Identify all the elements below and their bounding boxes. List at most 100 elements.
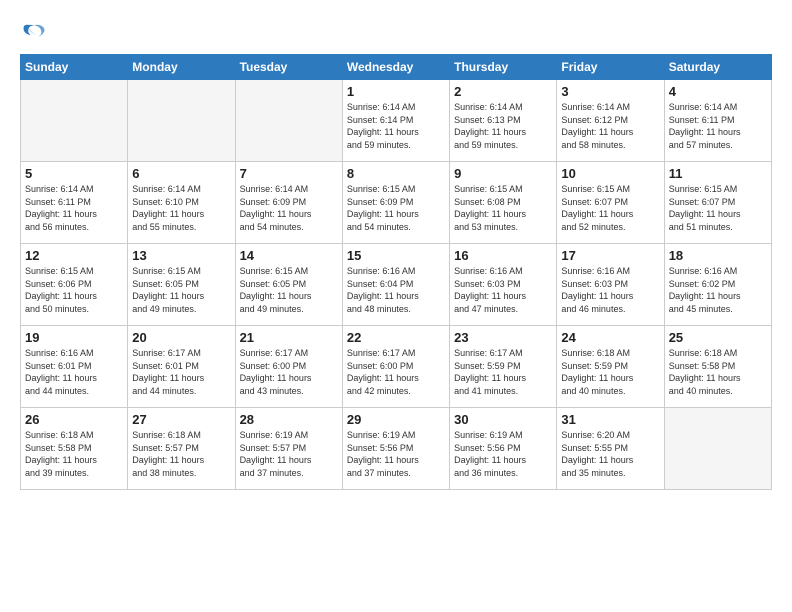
day-number: 8 xyxy=(347,166,445,181)
day-number: 10 xyxy=(561,166,659,181)
day-number: 4 xyxy=(669,84,767,99)
calendar-cell: 31 Sunrise: 6:20 AM Sunset: 5:55 PM Dayli… xyxy=(557,408,664,490)
day-info: Sunrise: 6:14 AM Sunset: 6:12 PM Dayligh… xyxy=(561,101,659,151)
logo-icon xyxy=(20,16,48,44)
calendar-cell xyxy=(235,80,342,162)
day-info: Sunrise: 6:16 AM Sunset: 6:03 PM Dayligh… xyxy=(561,265,659,315)
day-number: 3 xyxy=(561,84,659,99)
day-info: Sunrise: 6:19 AM Sunset: 5:57 PM Dayligh… xyxy=(240,429,338,479)
day-info: Sunrise: 6:14 AM Sunset: 6:09 PM Dayligh… xyxy=(240,183,338,233)
day-number: 24 xyxy=(561,330,659,345)
day-number: 12 xyxy=(25,248,123,263)
day-info: Sunrise: 6:14 AM Sunset: 6:14 PM Dayligh… xyxy=(347,101,445,151)
day-number: 14 xyxy=(240,248,338,263)
calendar-cell: 9Sunrise: 6:15 AM Sunset: 6:08 PM Daylig… xyxy=(450,162,557,244)
calendar-cell: 1 Sunrise: 6:14 AM Sunset: 6:14 PM Daylig… xyxy=(342,80,449,162)
day-info: Sunrise: 6:14 AM Sunset: 6:11 PM Dayligh… xyxy=(25,183,123,233)
calendar-cell: 20 Sunrise: 6:17 AM Sunset: 6:01 PM Dayli… xyxy=(128,326,235,408)
calendar-cell: 18 Sunrise: 6:16 AM Sunset: 6:02 PM Dayli… xyxy=(664,244,771,326)
day-number: 21 xyxy=(240,330,338,345)
calendar-cell xyxy=(128,80,235,162)
day-info: Sunrise: 6:20 AM Sunset: 5:55 PM Dayligh… xyxy=(561,429,659,479)
calendar-cell: 5 Sunrise: 6:14 AM Sunset: 6:11 PM Daylig… xyxy=(21,162,128,244)
day-info: Sunrise: 6:15 AM Sunset: 6:07 PM Dayligh… xyxy=(669,183,767,233)
calendar-header-saturday: Saturday xyxy=(664,55,771,80)
day-info: Sunrise: 6:14 AM Sunset: 6:11 PM Dayligh… xyxy=(669,101,767,151)
day-info: Sunrise: 6:14 AM Sunset: 6:10 PM Dayligh… xyxy=(132,183,230,233)
calendar-cell: 17 Sunrise: 6:16 AM Sunset: 6:03 PM Dayli… xyxy=(557,244,664,326)
day-info: Sunrise: 6:17 AM Sunset: 6:01 PM Dayligh… xyxy=(132,347,230,397)
day-number: 27 xyxy=(132,412,230,427)
calendar-cell: 21 Sunrise: 6:17 AM Sunset: 6:00 PM Dayli… xyxy=(235,326,342,408)
calendar-cell: 16 Sunrise: 6:16 AM Sunset: 6:03 PM Dayli… xyxy=(450,244,557,326)
day-number: 25 xyxy=(669,330,767,345)
day-number: 29 xyxy=(347,412,445,427)
day-info: Sunrise: 6:17 AM Sunset: 5:59 PM Dayligh… xyxy=(454,347,552,397)
calendar-header-tuesday: Tuesday xyxy=(235,55,342,80)
day-number: 31 xyxy=(561,412,659,427)
calendar-cell: 4 Sunrise: 6:14 AM Sunset: 6:11 PM Daylig… xyxy=(664,80,771,162)
day-info: Sunrise: 6:18 AM Sunset: 5:59 PM Dayligh… xyxy=(561,347,659,397)
day-number: 16 xyxy=(454,248,552,263)
calendar-header-thursday: Thursday xyxy=(450,55,557,80)
calendar-cell: 15Sunrise: 6:16 AM Sunset: 6:04 PM Dayli… xyxy=(342,244,449,326)
day-info: Sunrise: 6:17 AM Sunset: 6:00 PM Dayligh… xyxy=(347,347,445,397)
logo xyxy=(20,16,54,44)
day-number: 23 xyxy=(454,330,552,345)
calendar-cell: 22 Sunrise: 6:17 AM Sunset: 6:00 PM Dayli… xyxy=(342,326,449,408)
day-number: 18 xyxy=(669,248,767,263)
calendar-cell: 3 Sunrise: 6:14 AM Sunset: 6:12 PM Daylig… xyxy=(557,80,664,162)
day-number: 17 xyxy=(561,248,659,263)
calendar-week-5: 26Sunrise: 6:18 AM Sunset: 5:58 PM Dayli… xyxy=(21,408,772,490)
day-info: Sunrise: 6:19 AM Sunset: 5:56 PM Dayligh… xyxy=(454,429,552,479)
calendar-header-friday: Friday xyxy=(557,55,664,80)
day-info: Sunrise: 6:15 AM Sunset: 6:06 PM Dayligh… xyxy=(25,265,123,315)
page: SundayMondayTuesdayWednesdayThursdayFrid… xyxy=(0,0,792,612)
header xyxy=(20,16,772,44)
calendar-cell: 10 Sunrise: 6:15 AM Sunset: 6:07 PM Dayli… xyxy=(557,162,664,244)
day-number: 6 xyxy=(132,166,230,181)
calendar-cell: 11 Sunrise: 6:15 AM Sunset: 6:07 PM Dayli… xyxy=(664,162,771,244)
day-number: 11 xyxy=(669,166,767,181)
day-info: Sunrise: 6:15 AM Sunset: 6:05 PM Dayligh… xyxy=(240,265,338,315)
day-number: 5 xyxy=(25,166,123,181)
calendar-header-monday: Monday xyxy=(128,55,235,80)
calendar-cell: 26Sunrise: 6:18 AM Sunset: 5:58 PM Dayli… xyxy=(21,408,128,490)
day-info: Sunrise: 6:16 AM Sunset: 6:02 PM Dayligh… xyxy=(669,265,767,315)
calendar-cell: 28 Sunrise: 6:19 AM Sunset: 5:57 PM Dayli… xyxy=(235,408,342,490)
calendar-week-4: 19 Sunrise: 6:16 AM Sunset: 6:01 PM Dayli… xyxy=(21,326,772,408)
day-info: Sunrise: 6:16 AM Sunset: 6:04 PM Dayligh… xyxy=(347,265,445,315)
calendar-cell: 23 Sunrise: 6:17 AM Sunset: 5:59 PM Dayli… xyxy=(450,326,557,408)
calendar-cell: 12 Sunrise: 6:15 AM Sunset: 6:06 PM Dayli… xyxy=(21,244,128,326)
day-number: 19 xyxy=(25,330,123,345)
day-info: Sunrise: 6:15 AM Sunset: 6:07 PM Dayligh… xyxy=(561,183,659,233)
day-number: 28 xyxy=(240,412,338,427)
day-number: 13 xyxy=(132,248,230,263)
calendar-week-1: 1 Sunrise: 6:14 AM Sunset: 6:14 PM Daylig… xyxy=(21,80,772,162)
calendar-week-2: 5 Sunrise: 6:14 AM Sunset: 6:11 PM Daylig… xyxy=(21,162,772,244)
day-number: 20 xyxy=(132,330,230,345)
day-info: Sunrise: 6:16 AM Sunset: 6:01 PM Dayligh… xyxy=(25,347,123,397)
day-info: Sunrise: 6:17 AM Sunset: 6:00 PM Dayligh… xyxy=(240,347,338,397)
day-number: 2 xyxy=(454,84,552,99)
day-info: Sunrise: 6:16 AM Sunset: 6:03 PM Dayligh… xyxy=(454,265,552,315)
calendar-header-wednesday: Wednesday xyxy=(342,55,449,80)
calendar: SundayMondayTuesdayWednesdayThursdayFrid… xyxy=(20,54,772,490)
calendar-cell: 29 Sunrise: 6:19 AM Sunset: 5:56 PM Dayli… xyxy=(342,408,449,490)
calendar-cell xyxy=(664,408,771,490)
calendar-cell: 13 Sunrise: 6:15 AM Sunset: 6:05 PM Dayli… xyxy=(128,244,235,326)
day-number: 26 xyxy=(25,412,123,427)
calendar-cell: 24 Sunrise: 6:18 AM Sunset: 5:59 PM Dayli… xyxy=(557,326,664,408)
calendar-cell: 7 Sunrise: 6:14 AM Sunset: 6:09 PM Daylig… xyxy=(235,162,342,244)
calendar-cell xyxy=(21,80,128,162)
day-info: Sunrise: 6:19 AM Sunset: 5:56 PM Dayligh… xyxy=(347,429,445,479)
day-info: Sunrise: 6:15 AM Sunset: 6:08 PM Dayligh… xyxy=(454,183,552,233)
calendar-cell: 25Sunrise: 6:18 AM Sunset: 5:58 PM Dayli… xyxy=(664,326,771,408)
calendar-cell: 19 Sunrise: 6:16 AM Sunset: 6:01 PM Dayli… xyxy=(21,326,128,408)
day-info: Sunrise: 6:15 AM Sunset: 6:05 PM Dayligh… xyxy=(132,265,230,315)
day-number: 22 xyxy=(347,330,445,345)
calendar-header-row: SundayMondayTuesdayWednesdayThursdayFrid… xyxy=(21,55,772,80)
day-info: Sunrise: 6:15 AM Sunset: 6:09 PM Dayligh… xyxy=(347,183,445,233)
day-number: 1 xyxy=(347,84,445,99)
day-number: 7 xyxy=(240,166,338,181)
